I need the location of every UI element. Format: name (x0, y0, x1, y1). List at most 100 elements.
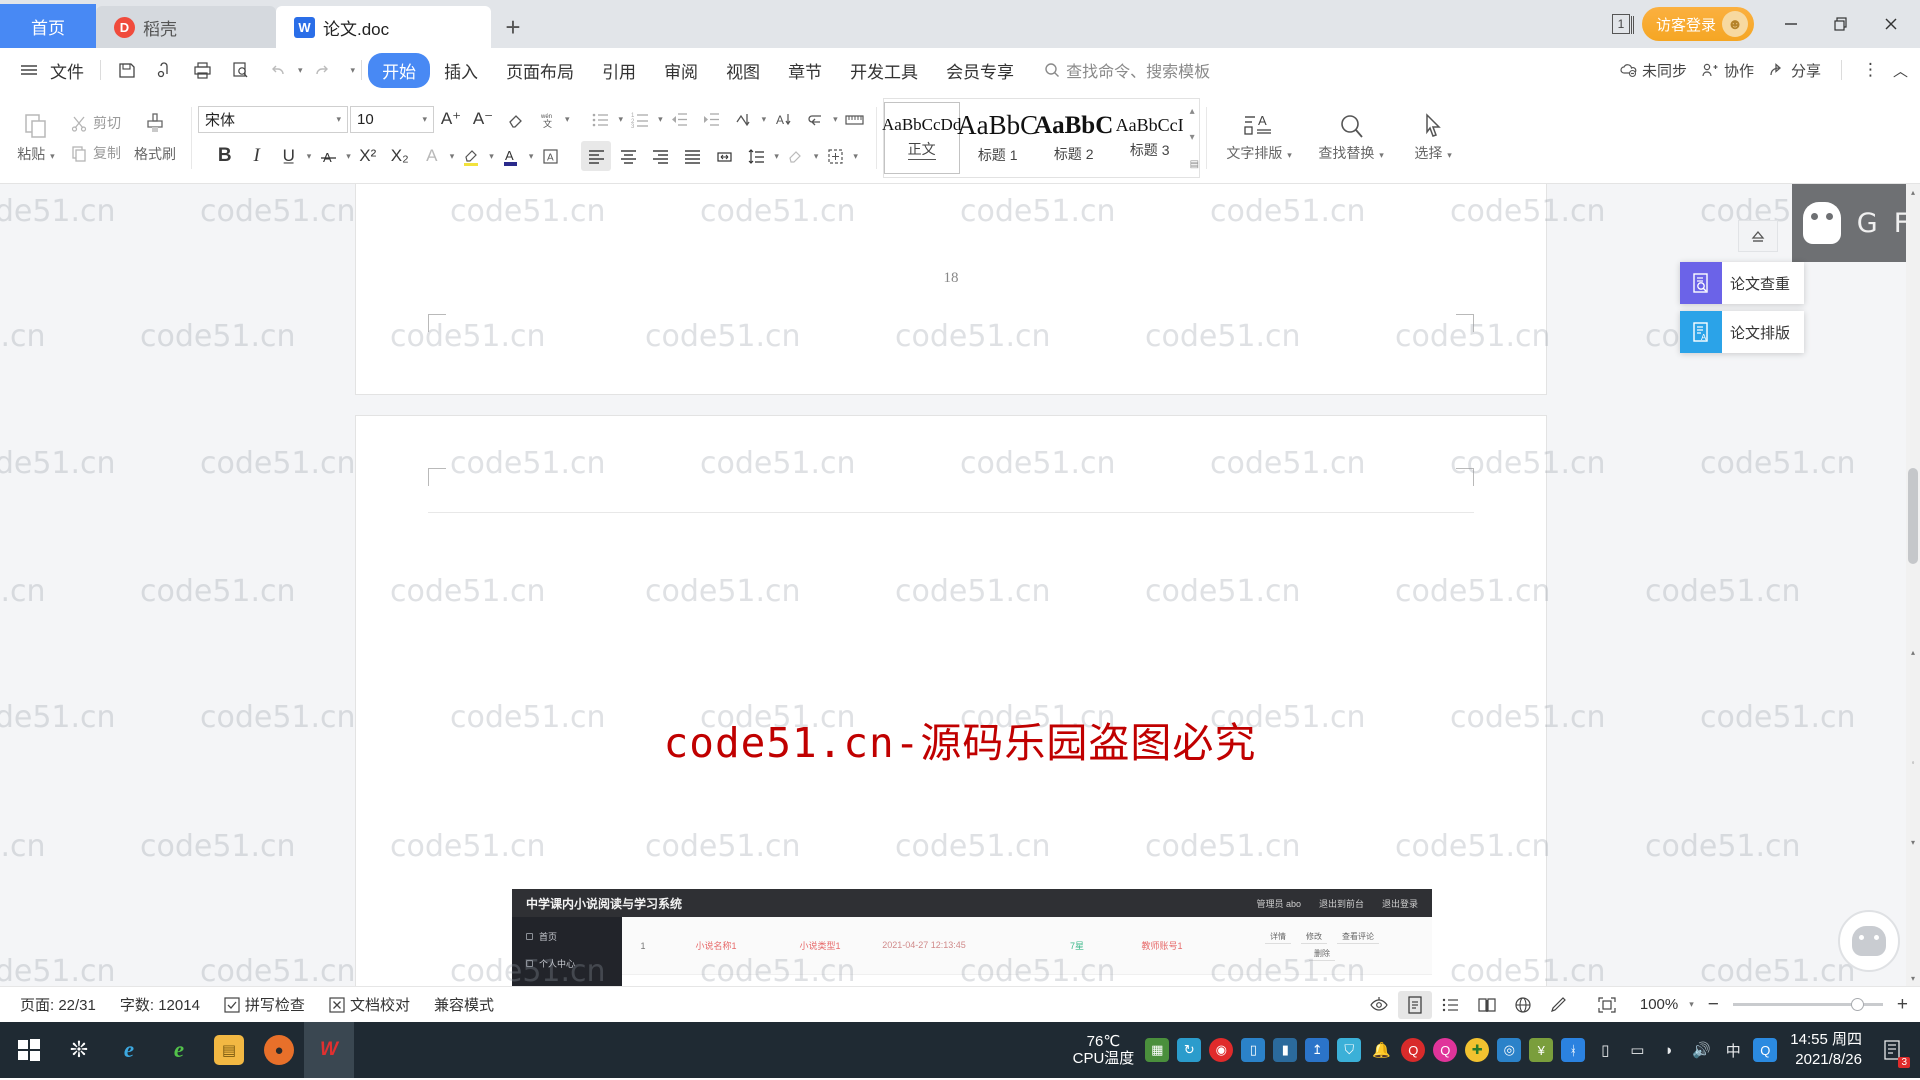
taskbar-wps-writer[interactable]: W (304, 1022, 354, 1078)
tray-plus-green[interactable]: ✚ (1462, 1022, 1492, 1078)
scroll-up-icon[interactable]: ▴ (1906, 184, 1920, 200)
tray-bell[interactable]: 🔔 (1366, 1022, 1396, 1078)
subscript-button[interactable]: X₂ (385, 141, 415, 171)
bullet-dropdown-icon[interactable]: ▾ (619, 114, 624, 125)
scroll-down-icon[interactable]: ▾ (1906, 970, 1920, 986)
tray-cpu-monitor[interactable]: ▦ (1142, 1022, 1172, 1078)
style-heading-3[interactable]: AaBbCcI 标题 3 (1112, 102, 1188, 174)
style-more-icon[interactable]: ▤ (1190, 159, 1199, 170)
marks-dropdown-icon[interactable]: ▾ (833, 114, 838, 125)
table-row[interactable]: 2 小说名称2 小说类型2 2021-04-27 12:13:45 7星 教师账… (622, 975, 1432, 986)
start-button[interactable] (4, 1022, 54, 1078)
tray-qq-pink[interactable]: Q (1430, 1022, 1460, 1078)
scroll-page-marker-icon[interactable]: ◦ (1906, 754, 1920, 770)
line-spacing-button[interactable] (741, 141, 771, 171)
select-button[interactable]: 选择 ▾ (1397, 98, 1469, 178)
style-gallery-scroll[interactable]: ▴ ▾ ▤ (1190, 106, 1199, 170)
numbered-list-button[interactable]: 123 (625, 104, 655, 134)
style-normal[interactable]: AaBbCcDd 正文 (882, 101, 961, 174)
tray-ime[interactable]: 中 (1718, 1022, 1748, 1078)
tab-developer-tools[interactable]: 开发工具 (836, 53, 932, 88)
tray-usb-eject[interactable]: ▮ (1270, 1022, 1300, 1078)
print-icon[interactable] (183, 53, 221, 87)
align-left-button[interactable] (581, 141, 612, 171)
style-heading-1[interactable]: AaBbC 标题 1 (957, 102, 1038, 174)
tab-member-exclusive[interactable]: 会员专享 (932, 53, 1028, 88)
font-color-button[interactable]: A (496, 141, 526, 171)
tray-usb[interactable]: ▯ (1238, 1022, 1268, 1078)
pinyin-dropdown-icon[interactable]: ▾ (565, 114, 570, 125)
embedded-sidebar-item-students[interactable]: 学生管理 (512, 977, 622, 986)
text-box-button[interactable]: A (535, 141, 565, 171)
redo-icon[interactable] (303, 53, 341, 87)
increase-indent-button[interactable] (697, 104, 727, 134)
decrease-indent-button[interactable] (665, 104, 695, 134)
shading-dropdown-icon[interactable]: ▾ (814, 151, 819, 162)
new-tab-button[interactable]: + (491, 6, 535, 48)
zoom-level-label[interactable]: 100% (1640, 996, 1678, 1013)
page-indicator[interactable]: 页面: 22/31 (8, 994, 108, 1015)
underline-dropdown-icon[interactable]: ▾ (307, 151, 312, 162)
minimize-button[interactable] (1768, 0, 1814, 48)
action-center-button[interactable]: 3 (1876, 1022, 1910, 1078)
hamburger-menu-icon[interactable] (10, 53, 48, 87)
vertical-scrollbar[interactable]: ▴ ▴ ◦ ▾ ▾ (1906, 184, 1920, 986)
style-heading-2[interactable]: AaBbC 标题 2 (1034, 102, 1113, 174)
sort-dropdown-icon[interactable]: ▾ (762, 114, 767, 125)
highlight-dropdown-icon[interactable]: ▾ (489, 151, 494, 162)
bullet-list-button[interactable] (586, 104, 616, 134)
format-painter-button[interactable]: 格式刷 (125, 98, 185, 178)
taskbar-file-explorer[interactable]: ▤ (204, 1022, 254, 1078)
action-view-comments[interactable]: 查看评论 (1337, 930, 1379, 944)
tray-volume[interactable]: 🔊 (1686, 1022, 1716, 1078)
align-right-button[interactable] (645, 141, 675, 171)
character-border-button[interactable]: A (417, 141, 447, 171)
file-menu-button[interactable]: 文件 (48, 58, 94, 83)
proofread-toggle[interactable]: 文档校对 (317, 994, 422, 1015)
strike-dropdown-icon[interactable]: ▾ (346, 151, 351, 162)
zoom-out-button[interactable]: − (1704, 994, 1723, 1016)
embedded-exit-front-label[interactable]: 退出到前台 (1319, 897, 1364, 910)
font-color-dropdown-icon[interactable]: ▾ (529, 151, 534, 162)
bold-button[interactable]: B (210, 141, 240, 171)
tray-shield[interactable]: ⛉ (1334, 1022, 1364, 1078)
page-view-icon[interactable] (1397, 990, 1432, 1019)
tray-usb-check[interactable]: ▯ (1590, 1022, 1620, 1078)
embedded-logout-label[interactable]: 退出登录 (1382, 897, 1418, 910)
action-detail[interactable]: 详情 (1265, 930, 1291, 944)
increase-font-size-button[interactable]: A⁺ (436, 104, 466, 134)
tray-money[interactable]: ¥ (1526, 1022, 1556, 1078)
more-vertical-icon[interactable]: ⋮ (1862, 60, 1879, 80)
command-search[interactable]: 查找命令、搜索模板 (1044, 58, 1210, 82)
action-edit[interactable]: 修改 (1301, 930, 1327, 944)
tray-qq[interactable]: Q (1398, 1022, 1428, 1078)
scroll-next-page-icon[interactable]: ▾ (1906, 834, 1920, 850)
scroll-up-icon[interactable]: ▴ (1190, 106, 1199, 117)
tab-view[interactable]: 视图 (712, 53, 774, 88)
embedded-sidebar-item-home[interactable]: 首页 (512, 923, 622, 950)
zoom-slider-knob[interactable] (1850, 998, 1864, 1011)
tray-wifi[interactable]: ◗ (1654, 1022, 1684, 1078)
font-size-select[interactable]: 10 ▾ (350, 105, 434, 133)
show-formatting-marks-button[interactable] (800, 104, 830, 134)
pinyin-guide-button[interactable]: wén 文 (532, 104, 562, 134)
taskbar-fan-app[interactable]: ❊ (54, 1022, 104, 1078)
borders-dropdown-icon[interactable]: ▾ (853, 151, 858, 162)
collaborate-button[interactable]: 协作 (1701, 60, 1754, 81)
outline-view-icon[interactable] (1434, 991, 1468, 1019)
tab-daoke[interactable]: D 稻壳 (96, 6, 276, 48)
align-justify-button[interactable] (677, 141, 707, 171)
action-delete[interactable]: 删除 (1309, 947, 1335, 961)
zoom-in-button[interactable]: + (1893, 994, 1912, 1016)
paste-button[interactable]: 粘贴 ▾ (6, 98, 66, 178)
undo-icon[interactable] (259, 53, 297, 87)
ruler-button[interactable] (840, 104, 870, 134)
embedded-sidebar-item-profile[interactable]: 个人中心 (512, 950, 622, 977)
focus-mode-icon[interactable] (1362, 991, 1396, 1019)
shading-button[interactable] (781, 141, 811, 171)
clear-format-button[interactable] (500, 104, 530, 134)
document-work-area[interactable]: 18 code51.cn code51.cn code51.cn code51.… (0, 184, 1920, 986)
font-name-select[interactable]: 宋体 ▾ (198, 105, 348, 133)
document-page-previous[interactable]: 18 (356, 184, 1546, 394)
spellcheck-toggle[interactable]: 拼写检查 (212, 994, 317, 1015)
